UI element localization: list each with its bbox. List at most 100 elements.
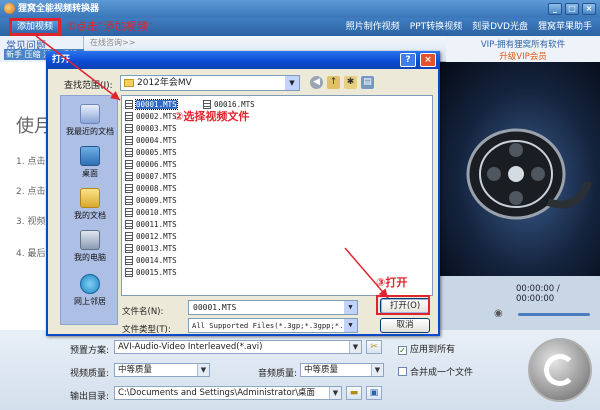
file-item[interactable]: 00008.MTS	[124, 183, 177, 194]
open-file-dialog: 打开 ? × 查找范围(I): 2012年会MV ▼ ◀ ↑ ✱ ▤ 我最近的文…	[46, 51, 440, 336]
look-in-label: 查找范围(I):	[64, 81, 113, 91]
file-item[interactable]: 00006.MTS	[124, 159, 177, 170]
look-in-select[interactable]: 2012年会MV ▼	[120, 75, 300, 91]
chevron-down-icon[interactable]: ▼	[285, 76, 299, 90]
video-file-icon	[125, 196, 133, 205]
file-name-input[interactable]: 00001.MTS ▼	[188, 300, 358, 315]
audio-quality-label: 音频质量:	[258, 369, 298, 379]
maximize-icon[interactable]: □	[565, 3, 579, 15]
file-item[interactable]: 00002.MTS	[124, 111, 177, 122]
video-file-icon	[125, 124, 133, 133]
place-desktop[interactable]: 桌面	[61, 146, 119, 179]
place-recent[interactable]: 我最近的文档	[61, 104, 119, 137]
usage-step: 4. 最后	[16, 249, 46, 259]
audio-quality-select[interactable]: 中等质量 ▼	[300, 363, 384, 377]
preset-label: 预置方案:	[70, 346, 110, 356]
new-folder-icon[interactable]: ✱	[344, 76, 357, 89]
menu-item[interactable]: PPT转换视频	[410, 18, 462, 36]
video-file-icon	[125, 172, 133, 181]
minimize-icon[interactable]: _	[548, 3, 562, 15]
annotation-box-open	[376, 295, 430, 315]
file-item[interactable]: 00011.MTS	[124, 219, 177, 230]
close-icon[interactable]: ×	[420, 53, 436, 67]
upgrade-vip-link[interactable]: 升级VIP会员	[446, 50, 600, 62]
place-computer[interactable]: 我的电脑	[61, 230, 119, 263]
place-label: 我的文档	[74, 211, 106, 220]
chevron-down-icon[interactable]: ▼	[329, 387, 341, 399]
file-item[interactable]: 00012.MTS	[124, 231, 177, 242]
settings-panel: 预置方案: AVI-Audio-Video Interleaved(*.avi)…	[0, 330, 600, 410]
file-item[interactable]: 00005.MTS	[124, 147, 177, 158]
place-documents[interactable]: 我的文档	[61, 188, 119, 221]
audio-quality-value: 中等质量	[304, 365, 339, 375]
apply-all-label: 应用到所有	[410, 345, 456, 355]
annotation-box-add-video	[9, 18, 61, 36]
open-folder-icon[interactable]: ▣	[366, 386, 382, 400]
menu-item[interactable]: 照片制作视频	[346, 18, 400, 36]
menu-item[interactable]: 刻录DVD光盘	[472, 18, 528, 36]
video-file-icon	[125, 136, 133, 145]
checkbox-checked-icon[interactable]: ✓	[398, 346, 407, 355]
file-name: 00013.MTS	[136, 244, 177, 253]
file-item[interactable]: 00013.MTS	[124, 243, 177, 254]
file-name: 00015.MTS	[136, 268, 177, 277]
view-menu-icon[interactable]: ▤	[361, 76, 374, 89]
volume-row: ◉	[494, 308, 594, 320]
look-in-value: 2012年会MV	[137, 78, 192, 88]
place-label: 我的电脑	[74, 253, 106, 262]
tools-icon[interactable]: ✂	[366, 340, 382, 354]
usage-step: 1. 点击	[16, 157, 46, 167]
output-path-value: C:\Documents and Settings\Administrator\…	[118, 388, 316, 398]
vip-text: VIP-拥有狸窝所有软件	[480, 40, 566, 50]
file-list[interactable]: 00001.MTS 00002.MTS 00003.MTS 00004.MTS 0000…	[121, 95, 433, 296]
chevron-down-icon[interactable]: ▼	[344, 319, 357, 332]
file-name: 00011.MTS	[136, 220, 177, 229]
file-item[interactable]: 00003.MTS	[124, 123, 177, 134]
cancel-button[interactable]: 取消	[380, 318, 430, 333]
output-path-select[interactable]: C:\Documents and Settings\Administrator\…	[114, 386, 342, 400]
apply-all-checkbox[interactable]: ✓ 应用到所有	[398, 342, 455, 355]
back-icon[interactable]: ◀	[310, 76, 323, 89]
folder-icon[interactable]: ▬	[346, 386, 362, 400]
chevron-down-icon[interactable]: ▼	[344, 301, 357, 314]
vip-area[interactable]: VIP-拥有狸窝所有软件 升级VIP会员	[446, 36, 600, 62]
my-computer-icon	[80, 230, 100, 250]
dialog-title: 打开	[52, 55, 71, 65]
preset-select[interactable]: AVI-Audio-Video Interleaved(*.avi) ▼	[114, 340, 362, 354]
volume-slider[interactable]	[518, 313, 590, 316]
close-icon[interactable]: ×	[582, 3, 596, 15]
checkbox-icon[interactable]	[398, 367, 407, 376]
file-item[interactable]: 00004.MTS	[124, 135, 177, 146]
file-item[interactable]: 00014.MTS	[124, 255, 177, 266]
file-type-select[interactable]: All Supported Files(*.3gp;*.3gpp;*.3g ▼	[188, 318, 358, 333]
annotation-step3: ③打开	[376, 276, 408, 289]
chevron-down-icon[interactable]: ▼	[349, 341, 361, 353]
place-network[interactable]: 网上邻居	[61, 274, 119, 307]
menu-item[interactable]: 狸窝苹果助手	[538, 18, 592, 36]
file-name: 00012.MTS	[136, 232, 177, 241]
file-name: 00002.MTS	[136, 112, 177, 121]
chevron-down-icon[interactable]: ▼	[197, 364, 209, 376]
file-item[interactable]: 00010.MTS	[124, 207, 177, 218]
file-item[interactable]: 00001.MTS	[124, 99, 178, 110]
refresh-icon	[544, 354, 576, 386]
file-item[interactable]: 00015.MTS	[124, 267, 177, 278]
merge-checkbox[interactable]: 合并成一个文件	[398, 365, 473, 378]
chevron-down-icon[interactable]: ▼	[371, 364, 383, 376]
video-file-icon	[125, 112, 133, 121]
menu-bar: 添加视频 ①点击“添加视频” 照片制作视频 PPT转换视频 刻录DVD光盘 狸窝苹果助…	[0, 18, 600, 36]
video-quality-label: 视频质量:	[70, 369, 110, 379]
help-icon[interactable]: ?	[400, 53, 416, 67]
file-item[interactable]: 00007.MTS	[124, 171, 177, 182]
online-help-link[interactable]: 在线咨询>>	[90, 37, 135, 48]
time-readout: 00:00:00 / 00:00:00	[516, 284, 560, 304]
video-quality-select[interactable]: 中等质量 ▼	[114, 363, 210, 377]
video-file-icon	[125, 208, 133, 217]
output-label: 输出目录:	[70, 392, 110, 402]
camera-icon[interactable]: ◉	[494, 308, 503, 319]
video-file-icon	[125, 244, 133, 253]
up-folder-icon[interactable]: ↑	[327, 76, 340, 89]
file-name-value: 00001.MTS	[193, 303, 237, 312]
file-item[interactable]: 00009.MTS	[124, 195, 177, 206]
convert-button[interactable]	[528, 338, 592, 402]
